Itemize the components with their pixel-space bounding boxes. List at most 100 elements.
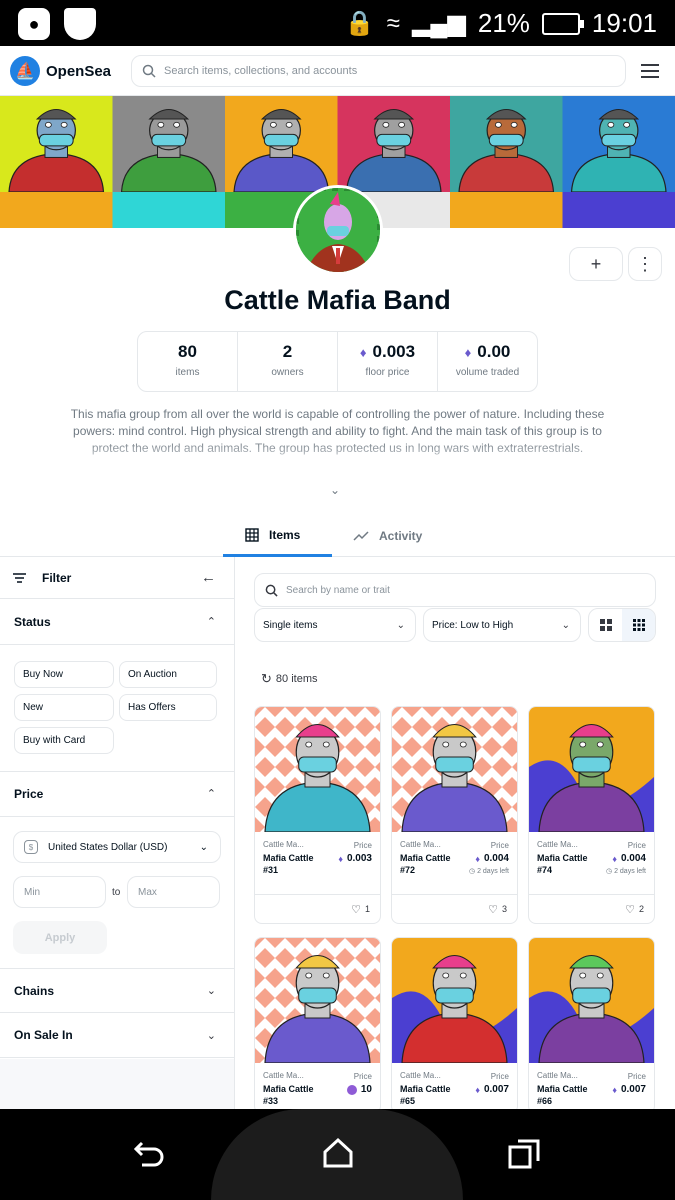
plus-icon: + bbox=[590, 253, 602, 274]
currency-value: United States Dollar (USD) bbox=[48, 841, 168, 853]
global-search-input[interactable] bbox=[164, 65, 604, 77]
card-likes: 3 bbox=[501, 904, 507, 914]
price-section-header[interactable]: Price ⌃ bbox=[0, 771, 234, 817]
stat-label: volume traded bbox=[455, 367, 520, 378]
small-grid-view-button[interactable] bbox=[622, 609, 655, 641]
card-price-label: Price bbox=[627, 841, 646, 850]
refresh-icon[interactable]: ↻ bbox=[261, 671, 272, 687]
nft-card[interactable]: Cattle Ma... Mafia Cattle #72 Price ♦ 0.004 ◷ … bbox=[391, 706, 518, 924]
recents-icon bbox=[508, 1139, 540, 1169]
large-grid-view-button[interactable] bbox=[589, 609, 622, 641]
nft-card[interactable]: Cattle Ma... Mafia Cattle #74 Price ♦ 0.004 ◷ … bbox=[528, 706, 655, 924]
chains-section-header[interactable]: Chains ⌄ bbox=[0, 968, 234, 1013]
card-price-label: Price bbox=[627, 1072, 646, 1081]
card-name-text: Mafia Cattle bbox=[263, 853, 314, 863]
card-price-label: Price bbox=[490, 1072, 509, 1081]
heart-icon[interactable]: ♡ bbox=[488, 903, 498, 916]
tab-items[interactable]: Items bbox=[223, 515, 332, 557]
banner-tile bbox=[225, 96, 338, 193]
banner-tile bbox=[450, 96, 563, 193]
heart-icon[interactable]: ♡ bbox=[351, 903, 361, 916]
price-min-input[interactable]: Min bbox=[13, 876, 106, 908]
collapse-sidebar-icon[interactable]: ← bbox=[201, 569, 216, 586]
nft-card[interactable]: Cattle Ma... Mafia Cattle #31 Price ♦ 0.003 ♡ 1 bbox=[254, 706, 381, 924]
token-icon bbox=[346, 1084, 357, 1095]
card-number: #65 bbox=[400, 1096, 416, 1106]
card-number: #33 bbox=[263, 1096, 279, 1106]
currency-select[interactable]: $ United States Dollar (USD) ⌄ bbox=[13, 831, 221, 863]
item-type-select[interactable]: Single items ⌄ bbox=[254, 608, 416, 642]
menu-icon[interactable] bbox=[641, 64, 659, 82]
nft-card[interactable]: Cattle Ma... Mafia Cattle #66 Price ♦ 0.007 bbox=[528, 937, 655, 1109]
stat-value: ♦ 0.00 bbox=[438, 342, 537, 362]
items-panel: Single items ⌄ Price: Low to High ⌄ ↻ 80… bbox=[236, 557, 675, 1109]
on-sale-in-section-header[interactable]: On Sale In ⌄ bbox=[0, 1013, 234, 1058]
sort-select[interactable]: Price: Low to High ⌄ bbox=[423, 608, 581, 642]
tab-activity-label: Activity bbox=[379, 529, 423, 543]
add-button[interactable]: + bbox=[569, 247, 623, 281]
card-price-value: 0.004 bbox=[620, 853, 646, 864]
chevron-down-icon: ⌄ bbox=[396, 619, 405, 631]
chains-label: Chains bbox=[14, 983, 55, 998]
chevron-down-icon: ⌄ bbox=[206, 1029, 216, 1042]
items-search-input[interactable] bbox=[286, 584, 646, 596]
card-price-value: 0.007 bbox=[620, 1084, 646, 1095]
recents-button[interactable] bbox=[508, 1137, 542, 1176]
battery-percent: 21% bbox=[477, 8, 530, 38]
price-max-input[interactable]: Max bbox=[127, 876, 220, 908]
card-time-text: 2 days left bbox=[477, 868, 509, 875]
grid-icon bbox=[245, 527, 259, 542]
back-button[interactable] bbox=[133, 1137, 166, 1174]
nft-image bbox=[529, 938, 654, 1063]
global-search bbox=[131, 55, 626, 87]
clock-icon: ◷ bbox=[606, 868, 613, 875]
status-on-auction[interactable]: On Auction bbox=[119, 661, 217, 688]
collection-title: Cattle Mafia Band bbox=[224, 285, 451, 315]
card-time-left: ◷ 2 days left bbox=[606, 867, 646, 875]
card-name-text: Mafia Cattle bbox=[400, 853, 451, 863]
status-section-header[interactable]: Status ⌃ bbox=[0, 599, 234, 645]
ethereum-icon: ♦ bbox=[612, 853, 617, 864]
card-price: ♦ 0.007 bbox=[612, 1084, 646, 1095]
search-icon bbox=[142, 64, 156, 78]
home-button[interactable] bbox=[322, 1137, 354, 1176]
banner-tile bbox=[0, 192, 113, 228]
nft-card[interactable]: Cattle Ma... Mafia Cattle #65 Price ♦ 0.007 bbox=[391, 937, 518, 1109]
stat-value-text: 0.003 bbox=[372, 342, 416, 361]
tab-activity[interactable]: Activity bbox=[353, 515, 453, 557]
filter-label: Filter bbox=[42, 570, 72, 585]
status-new[interactable]: New bbox=[14, 694, 114, 721]
nft-image bbox=[255, 938, 380, 1063]
status-has-offers[interactable]: Has Offers bbox=[119, 694, 217, 721]
sort-value: Price: Low to High bbox=[432, 619, 514, 631]
more-options-button[interactable]: ⋮ bbox=[628, 247, 662, 281]
android-status-bar: ● 🔒 ≈ ▂▄▆ 21% 19:01 bbox=[0, 0, 675, 46]
filter-header: Filter ← bbox=[0, 557, 234, 599]
logo-text: OpenSea bbox=[46, 62, 112, 80]
filter-icon bbox=[13, 572, 26, 583]
nft-card[interactable]: Cattle Ma... Mafia Cattle #33 Price 10 bbox=[254, 937, 381, 1109]
ethereum-icon: ♦ bbox=[464, 344, 472, 360]
wifi-icon: ≈ bbox=[386, 9, 400, 37]
signal-icon: ▂▄▆ bbox=[411, 10, 466, 37]
card-footer: ♡ 1 bbox=[255, 894, 380, 923]
nft-image bbox=[392, 938, 517, 1063]
banner-tile bbox=[450, 192, 563, 228]
heart-icon[interactable]: ♡ bbox=[625, 903, 635, 916]
banner-tile bbox=[562, 96, 675, 193]
status-buy-with-card[interactable]: Buy with Card bbox=[14, 727, 114, 754]
status-buy-now[interactable]: Buy Now bbox=[14, 661, 114, 688]
card-price-label: Price bbox=[353, 841, 372, 850]
nft-image bbox=[255, 707, 380, 832]
collection-avatar bbox=[293, 185, 383, 275]
collection-tabs: Items Activity bbox=[0, 515, 675, 557]
opensea-logo[interactable]: ⛵ OpenSea bbox=[10, 56, 111, 86]
apply-button[interactable]: Apply bbox=[13, 921, 107, 954]
stat-owners: 2 owners bbox=[238, 332, 338, 391]
card-number: #74 bbox=[537, 865, 553, 875]
chevron-down-icon: ⌄ bbox=[561, 619, 570, 631]
status-label: Status bbox=[14, 614, 51, 629]
expand-description-icon[interactable]: ⌄ bbox=[330, 483, 340, 497]
on-sale-in-label: On Sale In bbox=[14, 1028, 73, 1042]
card-price: 10 bbox=[346, 1084, 372, 1095]
